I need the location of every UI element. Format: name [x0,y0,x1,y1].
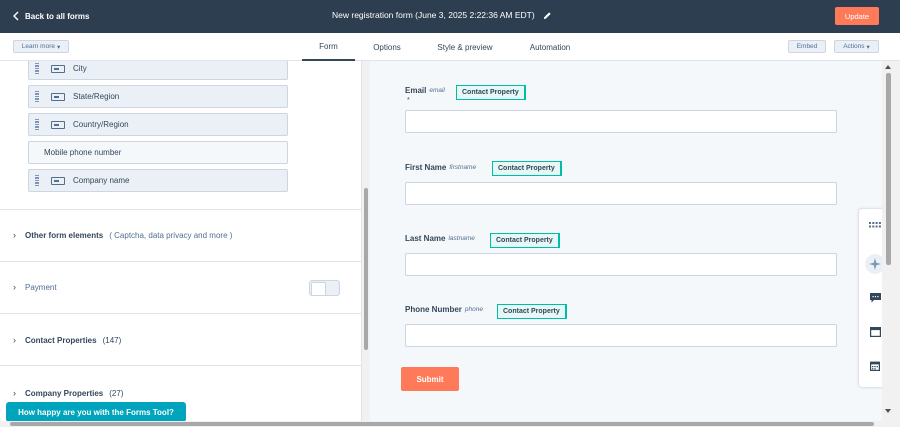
chevron-right-icon: › [13,230,16,240]
contact-property-badge: Contact Property [492,161,562,176]
drag-handle-icon[interactable] [35,174,39,187]
section-payment[interactable]: › Payment [0,261,361,313]
form-builder-sidebar: City State/Region Country/Region Mobile … [0,61,362,427]
section-other-form-elements[interactable]: › Other form elements ( Captcha, data pr… [0,209,361,261]
update-button[interactable]: Update [835,7,879,25]
email-input[interactable] [405,110,837,133]
embed-button[interactable]: Embed [788,40,826,53]
section-count: (27) [109,388,124,398]
phone-number-input[interactable] [405,324,837,347]
chevron-right-icon: › [13,335,16,345]
feedback-button[interactable]: How happy are you with the Forms Tool? [6,402,186,422]
section-contact-properties[interactable]: › Contact Properties (147) [0,313,361,365]
back-to-forms-link[interactable]: Back to all forms [13,9,89,23]
drag-handle-icon[interactable] [35,62,39,75]
chevron-right-icon: › [13,282,16,292]
preview-scrollbar[interactable] [882,61,900,427]
last-name-input[interactable] [405,253,837,276]
field-item-company-name[interactable]: Company name [28,169,288,192]
text-field-icon [51,64,65,73]
field-label: Mobile phone number [44,148,122,157]
tab-options[interactable]: Options [366,33,408,61]
first-name-input[interactable] [405,182,837,205]
tab-form[interactable]: Form [302,33,355,61]
field-item-mobile-phone[interactable]: Mobile phone number [28,141,288,164]
sidebar-scrollbar-thumb[interactable] [364,188,368,350]
internal-name: lastname [448,235,475,242]
required-mark: * [407,97,410,104]
horizontal-scrollbar-thumb[interactable] [10,422,874,426]
section-title: Company Properties [25,388,104,398]
field-label: Phone Number [405,305,462,314]
contact-property-badge: Contact Property [497,304,567,319]
contact-property-badge: Contact Property [490,233,560,248]
contact-property-badge: Contact Property [456,85,526,100]
scroll-down-arrow-icon[interactable] [885,409,891,413]
field-label: Company name [73,176,130,185]
preview-scrollbar-thumb[interactable] [886,73,891,265]
internal-name: email [429,87,445,94]
text-field-icon [51,176,65,185]
learn-more-label: Learn more [21,43,55,50]
submit-button[interactable]: Submit [401,367,459,391]
scroll-up-arrow-icon[interactable] [885,65,891,69]
field-label: Email [405,86,427,95]
section-count: (147) [102,335,122,345]
text-field-icon [51,92,65,101]
sidebar-scrollbar[interactable] [362,61,370,427]
actions-label: Actions [843,43,865,50]
chevron-left-icon [13,11,19,21]
drag-handle-icon[interactable] [35,118,39,131]
caret-down-icon: ▾ [866,43,870,51]
preview-label-email: Email email [405,86,445,95]
drag-handle-icon[interactable] [35,90,39,103]
top-bar: Back to all forms New registration form … [0,0,900,33]
sub-navigation: Learn more ▾ Form Options Style & previe… [0,33,900,61]
section-detail: ( Captcha, data privacy and more ) [109,230,233,240]
preview-label-first-name: First Name firstname [405,163,476,172]
preview-label-last-name: Last Name lastname [405,234,475,243]
field-item-state-region[interactable]: State/Region [28,85,288,108]
field-label: State/Region [73,92,120,101]
internal-name: phone [464,306,483,313]
preview-label-phone: Phone Number phone [405,305,483,314]
field-label: City [73,64,87,73]
section-title: Other form elements [25,230,104,240]
learn-more-dropdown[interactable]: Learn more ▾ [13,40,69,53]
form-title-text: New registration form (June 3, 2025 2:22… [332,10,535,20]
field-label: Last Name [405,234,446,243]
field-item-country-region[interactable]: Country/Region [28,113,288,136]
actions-dropdown[interactable]: Actions ▾ [834,40,879,53]
tab-automation[interactable]: Automation [522,33,578,61]
section-title: Payment [25,282,57,292]
tab-style-preview[interactable]: Style & preview [430,33,500,61]
internal-name: firstname [449,164,477,171]
caret-down-icon: ▾ [56,43,61,51]
field-item-city[interactable]: City [28,61,288,80]
field-label: First Name [405,163,447,172]
field-label: Country/Region [73,120,129,129]
horizontal-scrollbar[interactable] [0,421,882,427]
back-label: Back to all forms [25,11,90,21]
payment-toggle[interactable] [309,280,340,296]
pencil-icon[interactable] [543,11,552,20]
chevron-right-icon: › [13,388,16,398]
form-title[interactable]: New registration form (June 3, 2025 2:22… [332,10,552,20]
section-title: Contact Properties [25,335,97,345]
text-field-icon [51,120,65,129]
